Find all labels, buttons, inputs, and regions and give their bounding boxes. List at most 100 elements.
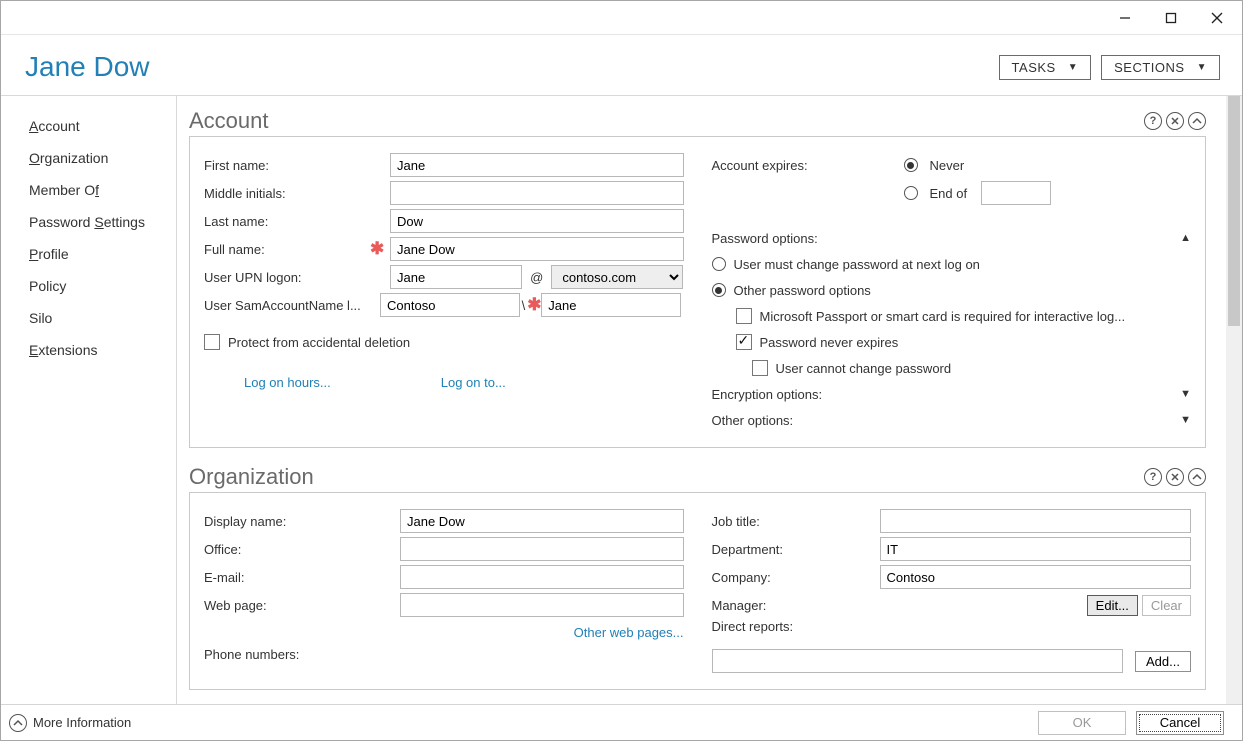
titlebar [1,1,1242,35]
label-job-title: Job title: [712,514,874,529]
sam-domain-input[interactable] [380,293,520,317]
log-on-to-link[interactable]: Log on to... [441,375,506,390]
properties-window: Jane Dow TASKS ▼ SECTIONS ▼ Account Orga… [0,0,1243,741]
close-button[interactable] [1194,3,1240,33]
email-input[interactable] [400,565,684,589]
never-expires-checkbox[interactable] [736,334,752,350]
required-asterisk-icon: ✱ [527,295,541,315]
chevron-down-icon: ▼ [1068,62,1078,73]
password-options-label: Password options: [712,231,818,246]
direct-reports-list[interactable] [712,649,1124,673]
protect-label: Protect from accidental deletion [228,335,410,350]
encryption-options-header[interactable]: Encryption options: ▼ [712,381,1192,407]
full-name-input[interactable] [390,237,684,261]
password-options-header[interactable]: Password options: ▲ [712,225,1192,251]
passport-checkbox[interactable] [736,308,752,324]
cannot-change-checkbox[interactable] [752,360,768,376]
never-radio[interactable] [904,158,918,172]
first-name-input[interactable] [390,153,684,177]
end-of-radio[interactable] [904,186,918,200]
company-input[interactable] [880,565,1192,589]
scrollbar[interactable] [1226,96,1242,704]
minimize-button[interactable] [1102,3,1148,33]
sidebar-item-policy[interactable]: Policy [1,270,176,302]
end-of-date-input[interactable] [981,181,1051,205]
upn-user-input[interactable] [390,265,522,289]
label-email: E-mail: [204,570,394,585]
sam-user-input[interactable] [541,293,681,317]
edit-manager-button[interactable]: Edit... [1087,595,1138,616]
encryption-label: Encryption options: [712,387,823,402]
sidebar-item-profile[interactable]: Profile [1,238,176,270]
label-middle-initials: Middle initials: [204,186,364,201]
maximize-button[interactable] [1148,3,1194,33]
page-title: Jane Dow [25,51,150,83]
label-display-name: Display name: [204,514,394,529]
end-of-label: End of [930,186,968,201]
required-asterisk-icon: ✱ [370,239,384,259]
sidebar-item-password-settings[interactable]: Password Settings [1,206,176,238]
org-left-column: Display name: Office: E-mail: [204,507,684,675]
chevron-up-icon [1192,116,1202,126]
footer: More Information OK Cancel [1,704,1242,740]
body: Account Organization Member Of Password … [1,96,1242,704]
label-manager: Manager: [712,598,874,613]
last-name-input[interactable] [390,209,684,233]
middle-initials-input[interactable] [390,181,684,205]
other-options-radio[interactable] [712,283,726,297]
collapse-section-button[interactable] [1188,468,1206,486]
more-information-toggle[interactable]: More Information [9,714,131,732]
ok-button[interactable]: OK [1038,711,1126,735]
other-options-label: Other password options [734,283,871,298]
other-options-header[interactable]: Other options: ▼ [712,407,1192,433]
label-web-page: Web page: [204,598,394,613]
scrollbar-thumb[interactable] [1228,96,1240,326]
header: Jane Dow TASKS ▼ SECTIONS ▼ [1,35,1242,96]
sidebar-item-account[interactable]: Account [1,110,176,142]
help-button[interactable]: ? [1144,468,1162,486]
sections-dropdown[interactable]: SECTIONS ▼ [1101,55,1220,80]
must-change-radio[interactable] [712,257,726,271]
other-web-pages-link[interactable]: Other web pages... [574,625,684,640]
section-title-account: Account [189,108,269,134]
close-icon [1211,12,1223,24]
sections-label: SECTIONS [1114,60,1184,75]
close-section-button[interactable]: ✕ [1166,468,1184,486]
web-page-input[interactable] [400,593,684,617]
chevron-down-icon: ▼ [1180,414,1191,426]
collapse-section-button[interactable] [1188,112,1206,130]
passport-label: Microsoft Passport or smart card is requ… [760,309,1126,324]
office-input[interactable] [400,537,684,561]
other-label: Other options: [712,413,794,428]
chevron-up-icon [1192,472,1202,482]
add-direct-report-button[interactable]: Add... [1135,651,1191,672]
log-on-hours-link[interactable]: Log on hours... [244,375,331,390]
label-last-name: Last name: [204,214,364,229]
display-name-input[interactable] [400,509,684,533]
never-expires-label: Password never expires [760,335,899,350]
section-account: Account ? ✕ First name: [189,108,1206,448]
content-pane: Account ? ✕ First name: [177,96,1242,704]
tasks-dropdown[interactable]: TASKS ▼ [999,55,1092,80]
protect-checkbox[interactable] [204,334,220,350]
department-input[interactable] [880,537,1192,561]
cancel-button[interactable]: Cancel [1136,711,1224,735]
job-title-input[interactable] [880,509,1192,533]
sidebar-item-silo[interactable]: Silo [1,302,176,334]
close-section-button[interactable]: ✕ [1166,112,1184,130]
at-sign: @ [526,270,547,285]
chevron-up-icon: ▲ [1180,232,1191,244]
sidebar-item-organization[interactable]: Organization [1,142,176,174]
more-information-label: More Information [33,715,131,730]
maximize-icon [1165,12,1177,24]
sidebar-item-member-of[interactable]: Member Of [1,174,176,206]
clear-manager-button[interactable]: Clear [1142,595,1191,616]
label-account-expires: Account expires: [712,158,898,173]
label-office: Office: [204,542,394,557]
chevron-down-icon: ▼ [1197,62,1207,73]
chevron-down-icon: ▼ [1180,388,1191,400]
help-button[interactable]: ? [1144,112,1162,130]
sidebar-item-extensions[interactable]: Extensions [1,334,176,366]
sidebar: Account Organization Member Of Password … [1,96,177,704]
upn-domain-select[interactable]: contoso.com [551,265,683,289]
